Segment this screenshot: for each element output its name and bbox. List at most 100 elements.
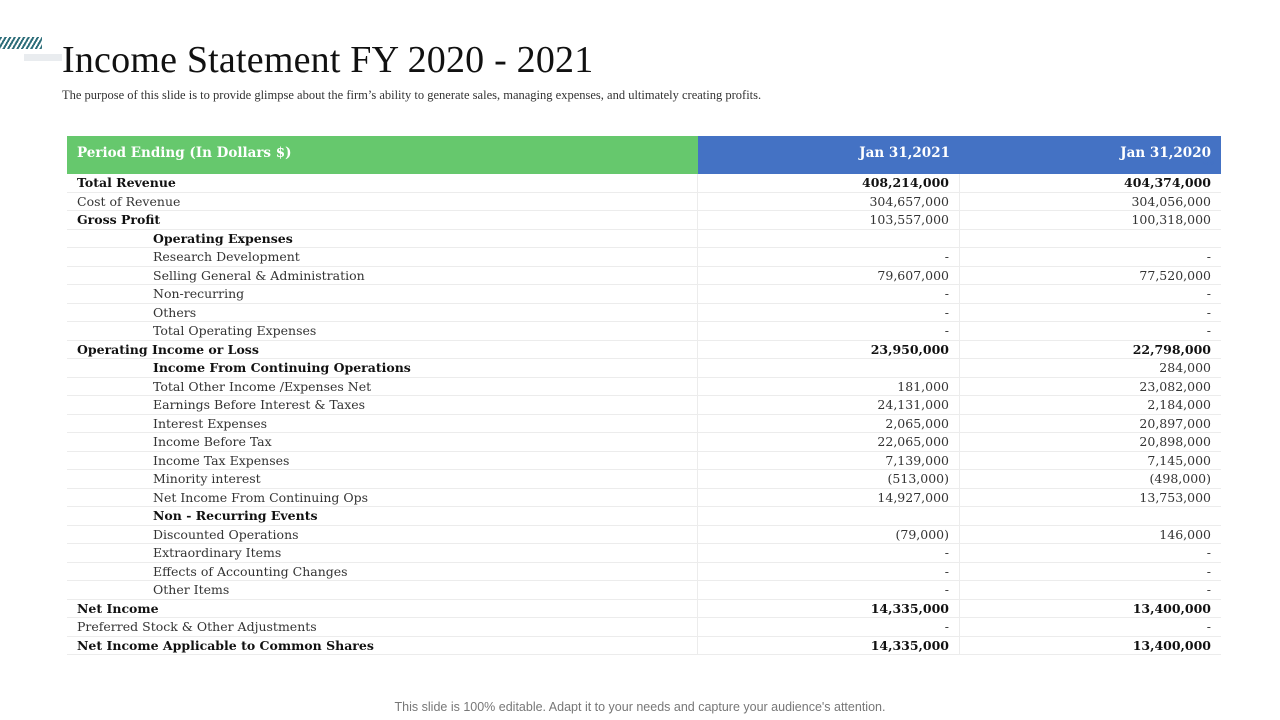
table-row: Effects of Accounting Changes - - xyxy=(67,562,1221,581)
row-label: Operating Income or Loss xyxy=(67,340,698,358)
row-value-2020: 146,000 xyxy=(1159,526,1211,542)
row-label: Extraordinary Items xyxy=(67,544,698,562)
row-label: Income From Continuing Operations xyxy=(67,359,698,377)
row-value-2021: 24,131,000 xyxy=(698,396,960,414)
row-value-2020: - xyxy=(1206,619,1211,635)
table-row: Net Income 14,335,000 13,400,000 xyxy=(67,599,1221,618)
row-value-2021 xyxy=(698,359,960,377)
row-value-2021: 14,335,000 xyxy=(698,636,960,654)
row-label: Net Income xyxy=(67,599,698,617)
row-value-2020: 23,082,000 xyxy=(1139,378,1211,394)
row-value-2021: - xyxy=(698,303,960,321)
row-label: Cost of Revenue xyxy=(67,192,698,210)
row-value-2021: 7,139,000 xyxy=(698,451,960,469)
row-value-2020: - xyxy=(1206,286,1211,302)
row-value-2020: 2,184,000 xyxy=(1147,397,1211,413)
row-label: Earnings Before Interest & Taxes xyxy=(67,396,698,414)
table-row: Other Items - - xyxy=(67,581,1221,600)
table-row: Extraordinary Items - - xyxy=(67,544,1221,563)
row-value-2021: 2,065,000 xyxy=(698,414,960,432)
row-label: Total Revenue xyxy=(67,174,698,192)
table-row: Selling General & Administration 79,607,0… xyxy=(67,266,1221,285)
row-value-2020: 7,145,000 xyxy=(1147,452,1211,468)
row-value-2021: (79,000) xyxy=(698,525,960,543)
page-subtitle: The purpose of this slide is to provide … xyxy=(62,88,762,102)
row-value-2020: 20,897,000 xyxy=(1139,415,1211,431)
table-row: Earnings Before Interest & Taxes 24,131,0… xyxy=(67,396,1221,415)
row-value-2021: 181,000 xyxy=(698,377,960,395)
header-jan-2020: Jan 31,2020 xyxy=(960,136,1221,169)
row-label: Preferred Stock & Other Adjustments xyxy=(67,618,698,636)
table-header: Period Ending (In Dollars $) Jan 31,2021… xyxy=(67,136,1221,169)
row-label: Other Items xyxy=(67,581,698,599)
corner-stripe-decoration xyxy=(0,37,42,49)
table-body: Total Revenue 408,214,000 404,374,000 Cost … xyxy=(67,174,1221,655)
income-statement-table: Period Ending (In Dollars $) Jan 31,2021… xyxy=(67,136,1221,655)
row-label: Discounted Operations xyxy=(67,525,698,543)
row-label: Non-recurring xyxy=(67,285,698,303)
header-period: Period Ending (In Dollars $) xyxy=(67,136,698,169)
row-label: Gross Profit xyxy=(67,211,698,229)
row-value-2021: - xyxy=(698,285,960,303)
table-row: Income From Continuing Operations 284,000 xyxy=(67,359,1221,378)
table-row: Non-recurring - - xyxy=(67,285,1221,304)
table-row: Interest Expenses 2,065,000 20,897,000 xyxy=(67,414,1221,433)
footer-note: This slide is 100% editable. Adapt it to… xyxy=(394,700,886,714)
row-value-2021: - xyxy=(698,322,960,340)
row-value-2020: 20,898,000 xyxy=(1139,434,1211,450)
table-row: Research Development - - xyxy=(67,248,1221,267)
row-label: Total Operating Expenses xyxy=(67,322,698,340)
row-label: Income Tax Expenses xyxy=(67,451,698,469)
row-value-2021: - xyxy=(698,544,960,562)
row-value-2020: 13,400,000 xyxy=(1132,600,1211,616)
corner-bar-decoration xyxy=(24,54,62,61)
header-jan-2021: Jan 31,2021 xyxy=(698,136,960,169)
row-value-2020: 284,000 xyxy=(1159,360,1211,376)
row-value-2020: - xyxy=(1206,545,1211,561)
table-row: Total Operating Expenses - - xyxy=(67,322,1221,341)
table-row: Cost of Revenue 304,657,000 304,056,000 xyxy=(67,192,1221,211)
table-row: Total Revenue 408,214,000 404,374,000 xyxy=(67,174,1221,193)
row-value-2021 xyxy=(698,507,960,525)
row-value-2020: (498,000) xyxy=(1149,471,1211,487)
table-row: Gross Profit 103,557,000 100,318,000 xyxy=(67,211,1221,230)
row-value-2020: - xyxy=(1206,249,1211,265)
row-label: Net Income From Continuing Ops xyxy=(67,488,698,506)
row-value-2020: 13,400,000 xyxy=(1132,637,1211,653)
row-value-2020: - xyxy=(1206,304,1211,320)
row-label: Interest Expenses xyxy=(67,414,698,432)
row-value-2020: 13,753,000 xyxy=(1139,489,1211,505)
row-value-2021: - xyxy=(698,581,960,599)
row-value-2020: 22,798,000 xyxy=(1132,341,1211,357)
row-label: Income Before Tax xyxy=(67,433,698,451)
row-label: Selling General & Administration xyxy=(67,266,698,284)
table-row: Preferred Stock & Other Adjustments - - xyxy=(67,618,1221,637)
table-row: Minority interest (513,000) (498,000) xyxy=(67,470,1221,489)
row-label: Others xyxy=(67,303,698,321)
chevrons-right-icon: »»» xyxy=(1201,158,1216,169)
row-value-2021: 79,607,000 xyxy=(698,266,960,284)
row-value-2021 xyxy=(698,229,960,247)
row-value-2020: 404,374,000 xyxy=(1124,175,1211,191)
row-value-2021: (513,000) xyxy=(698,470,960,488)
row-label: Research Development xyxy=(67,248,698,266)
row-value-2021: 304,657,000 xyxy=(698,192,960,210)
row-label: Minority interest xyxy=(67,470,698,488)
table-row: Discounted Operations (79,000) 146,000 xyxy=(67,525,1221,544)
row-label: Net Income Applicable to Common Shares xyxy=(67,636,698,654)
row-label: Total Other Income /Expenses Net xyxy=(67,377,698,395)
row-value-2020 xyxy=(960,230,1221,248)
row-value-2020: 77,520,000 xyxy=(1139,267,1211,283)
row-value-2020: 304,056,000 xyxy=(1131,193,1211,209)
row-value-2021: 14,335,000 xyxy=(698,599,960,617)
row-value-2021: 408,214,000 xyxy=(698,174,960,192)
row-value-2020 xyxy=(960,507,1221,525)
table-row: Others - - xyxy=(67,303,1221,322)
row-value-2020: - xyxy=(1206,323,1211,339)
row-value-2021: 22,065,000 xyxy=(698,433,960,451)
table-row: Net Income Applicable to Common Shares 14… xyxy=(67,636,1221,655)
table-row: Operating Income or Loss 23,950,000 22,798… xyxy=(67,340,1221,359)
row-value-2021: 103,557,000 xyxy=(698,211,960,229)
row-value-2020: - xyxy=(1206,582,1211,598)
table-row: Non - Recurring Events xyxy=(67,507,1221,526)
